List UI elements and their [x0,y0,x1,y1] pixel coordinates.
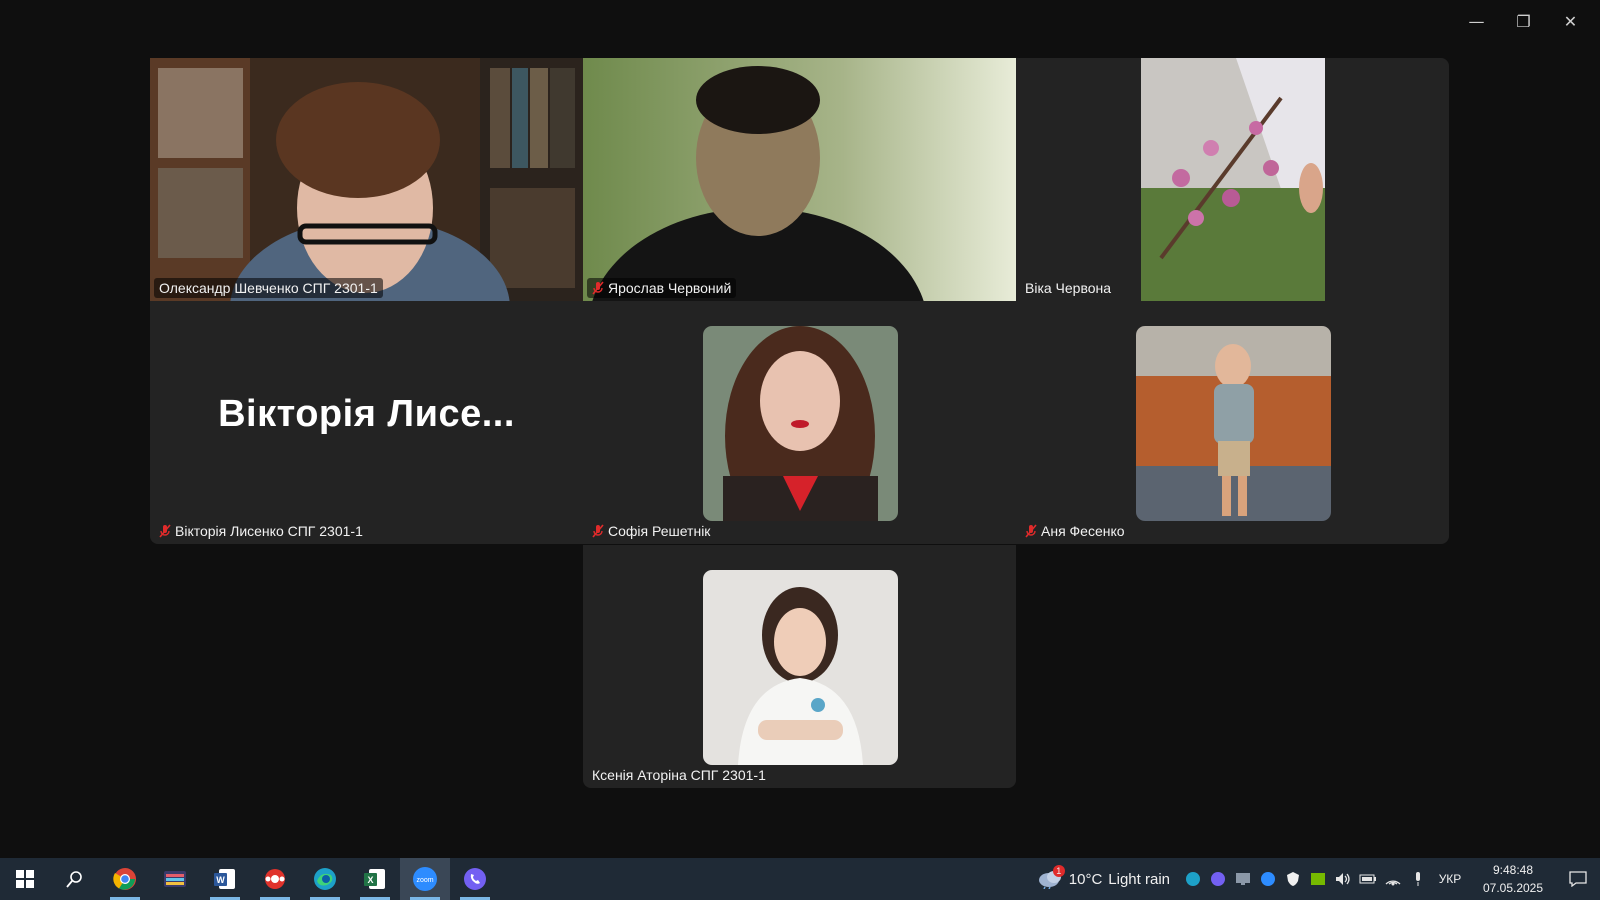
weather-widget[interactable]: 1 10°C Light rain [1037,865,1170,890]
participant-tile[interactable]: Віка Червона [1016,58,1449,301]
edge-tray-icon[interactable] [1180,858,1205,900]
participant-nameplate: Олександр Шевченко СПГ 2301-1 [154,278,383,298]
cloud-rain-icon: 1 [1037,865,1065,890]
edge-icon[interactable] [300,858,350,900]
participant-nameplate: Аня Фесенко [1020,521,1130,541]
word-icon[interactable]: W [200,858,250,900]
mic-icon[interactable] [1405,858,1430,900]
app-icon[interactable] [250,858,300,900]
participant-name: Віка Червона [1025,280,1112,296]
muted-mic-icon [1025,524,1037,538]
participant-display-name: Вікторія Лисе... [218,393,515,435]
system-tray: 1 10°C Light rain УКР 9:48:48 07.05.2025 [1037,858,1600,900]
svg-text:zoom: zoom [416,877,433,884]
search-icon[interactable] [50,858,100,900]
participant-tile[interactable]: Вікторія Лисе... Вікторія Лисенко СПГ 23… [150,301,583,544]
participant-nameplate: Віка Червона [1020,278,1116,298]
participant-video [150,58,583,301]
monitor-icon[interactable] [1230,858,1255,900]
participant-nameplate: Ксенія Аторіна СПГ 2301-1 [587,765,771,785]
participant-tile[interactable]: Олександр Шевченко СПГ 2301-1 [150,58,583,301]
participant-tile[interactable]: Ксенія Аторіна СПГ 2301-1 [583,545,1016,788]
participant-nameplate: Софія Решетнік [587,521,715,541]
participant-name: Аня Фесенко [1041,523,1125,539]
svg-text:W: W [216,875,225,885]
profile-photo [703,326,898,521]
muted-mic-icon [592,524,604,538]
muted-mic-icon [159,524,171,538]
nvidia-icon[interactable] [1305,858,1330,900]
clock[interactable]: 9:48:48 07.05.2025 [1470,861,1556,897]
participant-name: Вікторія Лисенко СПГ 2301-1 [175,523,363,539]
participant-tile[interactable]: Аня Фесенко [1016,301,1449,544]
volume-icon[interactable] [1330,858,1355,900]
participant-name: Ярослав Червоний [608,280,732,296]
participant-tile[interactable]: Ярослав Червоний [583,58,1016,301]
language-indicator[interactable]: УКР [1430,872,1470,886]
profile-photo [703,570,898,765]
participant-name: Ксенія Аторіна СПГ 2301-1 [592,767,766,783]
participant-nameplate: Вікторія Лисенко СПГ 2301-1 [154,521,368,541]
participant-name: Олександр Шевченко СПГ 2301-1 [159,280,378,296]
participant-video [1141,58,1325,301]
minimize-button[interactable]: — [1453,6,1500,36]
participant-video [583,58,1016,301]
taskbar-apps: W X zoom [0,858,500,900]
window-controls: — ❐ ✕ [1453,6,1594,36]
close-button[interactable]: ✕ [1547,6,1594,36]
weather-badge: 1 [1052,865,1065,877]
zoom-icon[interactable]: zoom [400,858,450,900]
windows-start-icon[interactable] [0,858,50,900]
svg-text:X: X [367,875,373,885]
participant-name: Софія Решетнік [608,523,711,539]
security-icon[interactable] [1280,858,1305,900]
muted-mic-icon [592,281,604,295]
wifi-icon[interactable] [1380,858,1405,900]
profile-photo [1136,326,1331,521]
clock-date: 07.05.2025 [1482,881,1544,895]
games-icon[interactable] [150,858,200,900]
participant-tile[interactable]: Софія Решетнік [583,301,1016,544]
zoom-tray-icon[interactable] [1255,858,1280,900]
viber-tray-icon[interactable] [1205,858,1230,900]
excel-icon[interactable]: X [350,858,400,900]
restore-button[interactable]: ❐ [1500,6,1547,36]
viber-icon[interactable] [450,858,500,900]
taskbar: W X zoom 1 10°C Light rain УКР 9:48:48 0… [0,858,1600,900]
notification-icon[interactable] [1556,871,1600,887]
clock-time: 9:48:48 [1492,863,1534,877]
participant-nameplate: Ярослав Червоний [587,278,737,298]
chrome-icon[interactable] [100,858,150,900]
weather-condition: Light rain [1108,870,1170,888]
weather-temp: 10°C [1068,870,1103,888]
battery-icon[interactable] [1355,858,1380,900]
